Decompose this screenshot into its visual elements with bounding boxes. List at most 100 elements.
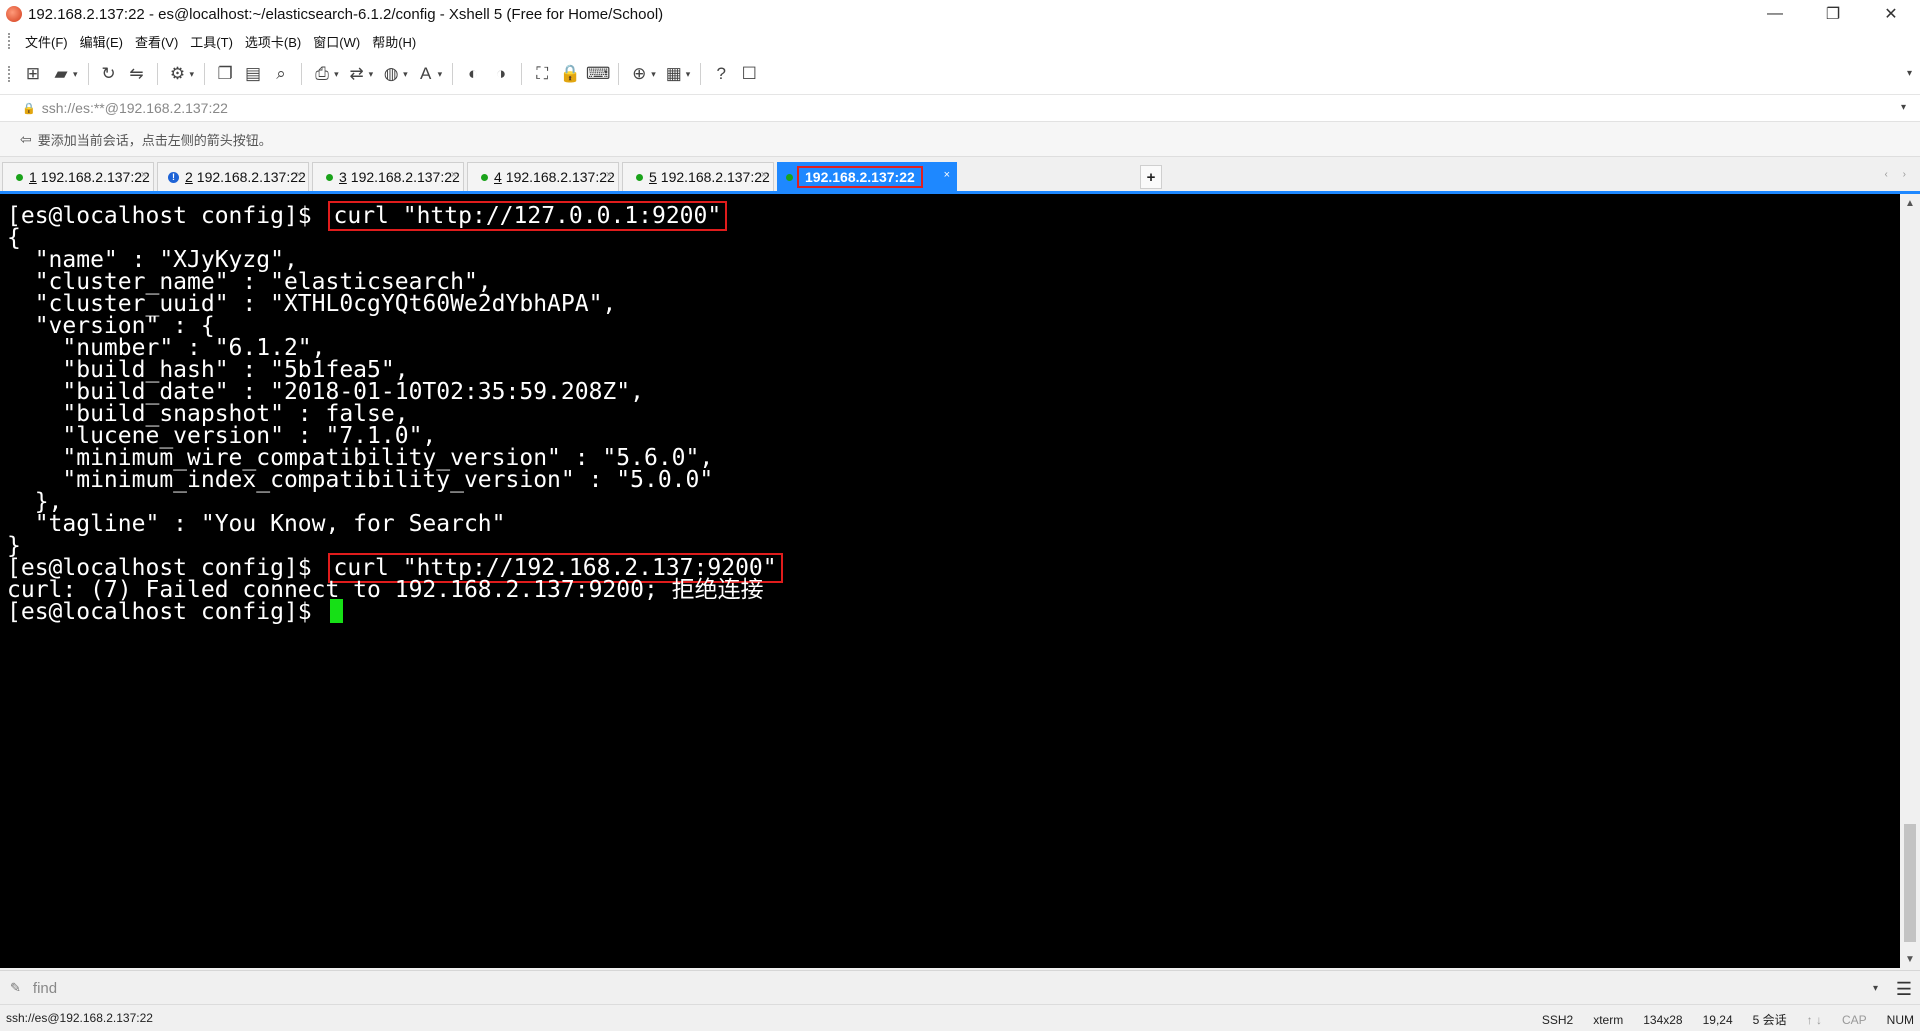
terminal-output-line: "tagline" : "You Know, for Search": [7, 511, 506, 537]
tab-close-icon[interactable]: ×: [141, 169, 147, 181]
connected-status-icon: [786, 173, 793, 181]
dropdown-caret-icon[interactable]: ▾: [369, 69, 374, 80]
tab-close-icon[interactable]: ×: [606, 169, 612, 181]
globe-button[interactable]: ◍ ▾: [381, 64, 408, 84]
tab-number: 1: [29, 169, 37, 185]
terminal-scrollbar[interactable]: ▲ ▼: [1900, 194, 1920, 968]
window-title: 192.168.2.137:22 - es@localhost:~/elasti…: [28, 5, 664, 23]
keyboard-button[interactable]: ⌨: [586, 64, 611, 84]
properties-button[interactable]: ⚙ ▾: [168, 64, 195, 84]
address-dropdown-caret[interactable]: ▾: [1901, 102, 1906, 113]
scroll-thumb[interactable]: [1904, 824, 1916, 942]
status-bar: ssh://es@192.168.2.137:22 SSH2 xterm 134…: [0, 1004, 1920, 1031]
print-icon: ⎙: [315, 64, 329, 83]
dropdown-caret-icon[interactable]: ▾: [190, 69, 195, 80]
dropdown-caret-icon[interactable]: ▾: [334, 69, 339, 80]
disconnect-button[interactable]: ⇋: [127, 64, 147, 84]
find-bar: ✎ find ▾ ☰: [0, 970, 1920, 1005]
layout-icon: ▦: [665, 64, 682, 83]
font-icon: A: [419, 64, 432, 83]
restore-button[interactable]: ❐: [1804, 0, 1862, 28]
find-menu-icon[interactable]: ☰: [1896, 979, 1912, 1000]
dropdown-caret-icon[interactable]: ▾: [403, 69, 408, 80]
minimize-button[interactable]: —: [1746, 0, 1804, 28]
dropdown-caret-icon[interactable]: ▾: [73, 69, 78, 80]
tab-session-3[interactable]: 3 192.168.2.137:22 ×: [312, 162, 464, 191]
dropdown-caret-icon[interactable]: ▾: [438, 69, 443, 80]
open-folder-button[interactable]: ▰ ▾: [51, 64, 78, 84]
fullscreen-icon: ⛶: [536, 64, 549, 83]
menu-bar: 文件(F) 编辑(E) 查看(V) 工具(T) 选项卡(B) 窗口(W) 帮助(…: [0, 28, 1920, 54]
dropdown-caret-icon[interactable]: ▾: [686, 69, 691, 80]
xmanager-icon: ◑: [496, 64, 507, 83]
print-button[interactable]: ⎙ ▾: [312, 64, 339, 84]
add-tab-button[interactable]: +: [1140, 165, 1162, 189]
window-controls: — ❐ ✕: [1746, 0, 1920, 28]
status-term: xterm: [1593, 1012, 1624, 1027]
find-dropdown-caret[interactable]: ▾: [1873, 983, 1878, 994]
compose-icon[interactable]: ✎: [10, 980, 21, 996]
status-cap: CAP: [1841, 1012, 1867, 1027]
open-folder-icon: ▰: [54, 64, 68, 83]
menu-help[interactable]: 帮助(H): [366, 32, 422, 51]
menu-tab[interactable]: 选项卡(B): [239, 32, 307, 51]
reconnect-button[interactable]: ↻: [99, 64, 119, 84]
tab-close-icon[interactable]: ×: [761, 169, 767, 181]
new-session-button[interactable]: ⊞: [23, 64, 43, 84]
add-session-arrow-icon[interactable]: ⇦: [20, 131, 32, 148]
connected-status-icon: [481, 173, 488, 181]
xftp-button[interactable]: ◐: [463, 64, 483, 84]
tab-session-1[interactable]: 1 192.168.2.137:22 ×: [2, 162, 154, 191]
tab-number: 4: [494, 169, 502, 185]
menu-view[interactable]: 查看(V): [129, 32, 184, 51]
layout-button[interactable]: ▦ ▾: [664, 64, 691, 84]
tab-close-icon[interactable]: ×: [944, 169, 950, 181]
scroll-down-arrow-icon[interactable]: ▼: [1900, 950, 1920, 968]
address-lock-icon: 🔒: [22, 102, 36, 115]
tab-close-icon[interactable]: ×: [451, 169, 457, 181]
tab-session-4[interactable]: 4 192.168.2.137:22 ×: [467, 162, 619, 191]
connected-status-icon: [326, 173, 333, 181]
chat-button[interactable]: ☐: [739, 64, 759, 84]
copy-button[interactable]: ❐: [215, 64, 235, 84]
find-input[interactable]: find: [33, 980, 57, 997]
tab-session-5[interactable]: 5 192.168.2.137:22 ×: [622, 162, 774, 191]
find-button[interactable]: ⌕: [271, 64, 291, 84]
menu-tools[interactable]: 工具(T): [184, 32, 239, 51]
address-input[interactable]: ssh://es:**@192.168.2.137:22: [42, 100, 228, 116]
tab-close-icon[interactable]: ×: [296, 169, 302, 181]
toolbar-separator: [156, 63, 158, 85]
find-icon: ⌕: [276, 64, 286, 83]
tab-scroll-arrows[interactable]: ‹ ›: [1885, 169, 1912, 180]
xmanager-button[interactable]: ◑: [491, 64, 511, 84]
connected-status-icon: [16, 173, 23, 181]
lock-button[interactable]: 🔒: [559, 64, 581, 84]
help-button[interactable]: ?: [711, 64, 731, 84]
tab-bar: 1 192.168.2.137:22 ×! 2 192.168.2.137:22 × 3 19…: [0, 160, 1920, 193]
copy-icon: ❐: [217, 64, 233, 83]
toolbar-overflow-caret[interactable]: ▾: [1907, 68, 1912, 79]
add-tab-button[interactable]: ⊕ ▾: [629, 64, 656, 84]
menu-window[interactable]: 窗口(W): [307, 32, 366, 51]
menu-file[interactable]: 文件(F): [19, 32, 74, 51]
tab-label: 192.168.2.137:22: [505, 169, 615, 185]
terminal-output[interactable]: [es@localhost config]$ curl "http://127.…: [0, 194, 1900, 968]
shell-prompt: [es@localhost config]$: [7, 203, 326, 229]
close-button[interactable]: ✕: [1862, 0, 1920, 28]
toolbar-separator: [204, 63, 206, 85]
fullscreen-button[interactable]: ⛶: [532, 64, 552, 84]
toolbar-separator: [301, 63, 303, 85]
transfer-button[interactable]: ⇄ ▾: [347, 64, 374, 84]
paste-button[interactable]: ▤: [243, 64, 263, 84]
menu-edit[interactable]: 编辑(E): [74, 32, 129, 51]
font-button[interactable]: A ▾: [416, 64, 443, 84]
tab-label: 192.168.2.137:22: [660, 169, 770, 185]
tab-session-6[interactable]: 192.168.2.137:22 ×: [777, 162, 957, 191]
dropdown-caret-icon[interactable]: ▾: [651, 69, 656, 80]
lock-icon: 🔒: [559, 64, 581, 83]
tab-label: 192.168.2.137:22: [196, 169, 306, 185]
terminal-output-line: "minimum_index_compatibility_version" : …: [7, 467, 714, 493]
connected-status-icon: [636, 173, 643, 181]
scroll-up-arrow-icon[interactable]: ▲: [1900, 194, 1920, 212]
tab-session-2[interactable]: ! 2 192.168.2.137:22 ×: [157, 162, 309, 191]
